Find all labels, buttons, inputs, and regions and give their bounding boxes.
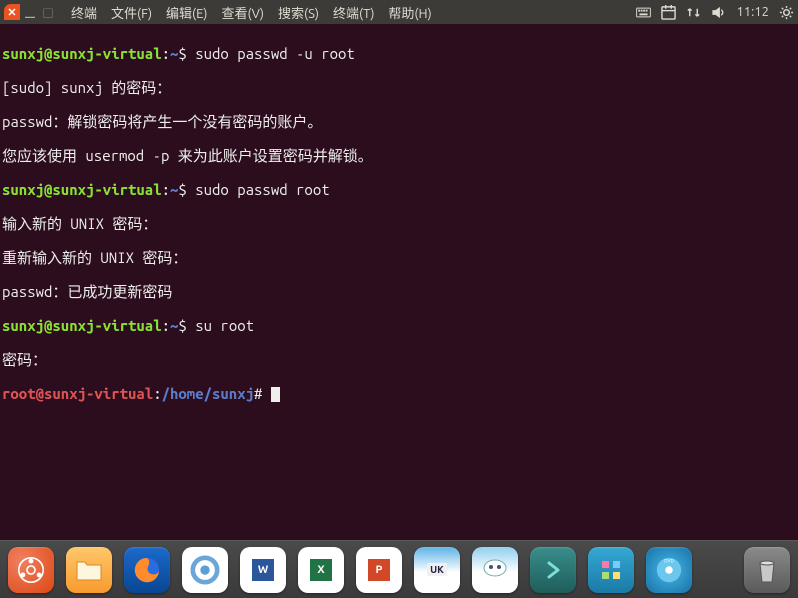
terminal-line: passwd：已成功更新密码 xyxy=(2,283,796,300)
terminal-line: 重新输入新的 UNIX 密码： xyxy=(2,249,796,266)
firefox-icon[interactable] xyxy=(124,547,170,593)
terminal-body[interactable]: sunxj@sunxj-virtual:~$ sudo passwd -u ro… xyxy=(0,24,798,423)
command-text: sudo passwd -u root xyxy=(195,45,355,62)
cursor-icon xyxy=(271,387,280,402)
menu-edit[interactable]: 编辑(E) xyxy=(159,3,214,22)
terminal-line: root@sunxj-virtual:/home/sunxj# xyxy=(2,385,796,402)
prompt-path: /home/sunxj xyxy=(162,385,254,402)
menu-search[interactable]: 搜索(S) xyxy=(271,3,326,22)
files-icon[interactable] xyxy=(66,547,112,593)
dock: W X P UK DVD xyxy=(0,540,798,598)
software-center-icon[interactable]: UK xyxy=(414,547,460,593)
terminal-line: sunxj@sunxj-virtual:~$ sudo passwd root xyxy=(2,181,796,198)
chromium-icon[interactable] xyxy=(182,547,228,593)
network-icon[interactable] xyxy=(686,5,701,20)
command-text: su root xyxy=(195,317,254,334)
menu-items: 终端 文件(F) 编辑(E) 查看(V) 搜索(S) 终端(T) 帮助(H) xyxy=(64,3,439,22)
terminal-line: sunxj@sunxj-virtual:~$ sudo passwd -u ro… xyxy=(2,45,796,62)
gear-icon[interactable] xyxy=(779,5,794,20)
window-controls: ✕ ▁ ▢ xyxy=(4,4,56,20)
terminal-line: 密码： xyxy=(2,351,796,368)
menu-view[interactable]: 查看(V) xyxy=(215,3,271,22)
powerpoint-icon[interactable]: P xyxy=(356,547,402,593)
prompt-user: sunxj@sunxj-virtual xyxy=(2,181,162,198)
word-icon[interactable]: W xyxy=(240,547,286,593)
svg-text:DVD: DVD xyxy=(664,558,674,563)
grid-app-icon[interactable] xyxy=(588,547,634,593)
menu-help[interactable]: 帮助(H) xyxy=(381,3,438,22)
system-tray: 11:12 xyxy=(636,0,794,24)
assistant-icon[interactable] xyxy=(472,547,518,593)
close-icon[interactable]: ✕ xyxy=(4,4,20,20)
command-text: sudo passwd root xyxy=(195,181,329,198)
top-menubar: ✕ ▁ ▢ 终端 文件(F) 编辑(E) 查看(V) 搜索(S) 终端(T) 帮… xyxy=(0,0,798,24)
volume-icon[interactable] xyxy=(711,5,726,20)
dash-icon[interactable] xyxy=(8,547,54,593)
app-name[interactable]: 终端 xyxy=(64,3,104,22)
menu-terminal[interactable]: 终端(T) xyxy=(326,3,381,22)
terminal-line: [sudo] sunxj 的密码： xyxy=(2,79,796,96)
excel-icon[interactable]: X xyxy=(298,547,344,593)
disc-icon[interactable]: DVD xyxy=(646,547,692,593)
prompt-user: sunxj@sunxj-virtual xyxy=(2,45,162,62)
menu-file[interactable]: 文件(F) xyxy=(104,3,159,22)
terminal-line: 输入新的 UNIX 密码： xyxy=(2,215,796,232)
prompt-user: root@sunxj-virtual xyxy=(2,385,153,402)
clock[interactable]: 11:12 xyxy=(736,5,769,19)
keyboard-icon[interactable] xyxy=(636,5,651,20)
calendar-icon[interactable] xyxy=(661,5,676,20)
maximize-icon[interactable]: ▢ xyxy=(40,4,56,20)
terminal-line: 您应该使用 usermod -p 来为此账户设置密码并解锁。 xyxy=(2,147,796,164)
terminal-line: passwd：解锁密码将产生一个没有密码的账户。 xyxy=(2,113,796,130)
prompt-user: sunxj@sunxj-virtual xyxy=(2,317,162,334)
trash-icon[interactable] xyxy=(744,547,790,593)
terminal-line: sunxj@sunxj-virtual:~$ su root xyxy=(2,317,796,334)
forward-icon[interactable] xyxy=(530,547,576,593)
minimize-icon[interactable]: ▁ xyxy=(22,4,38,20)
